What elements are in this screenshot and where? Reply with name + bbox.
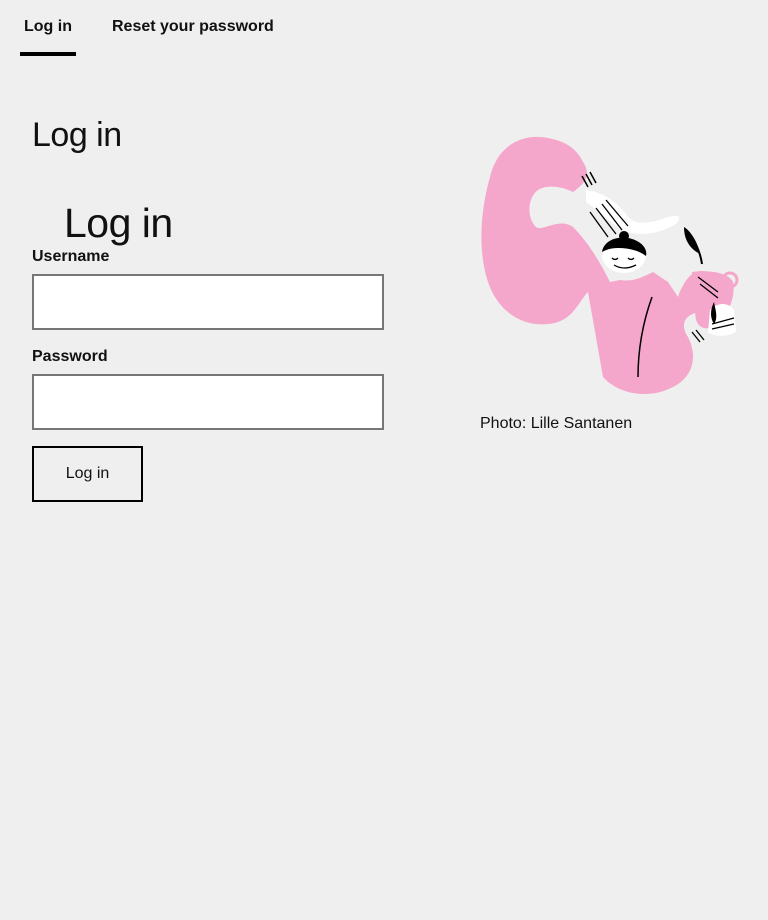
form-title: Log in bbox=[64, 200, 173, 246]
username-input[interactable] bbox=[32, 274, 384, 330]
pink-figure-illustration bbox=[481, 136, 739, 395]
password-input[interactable] bbox=[32, 374, 384, 430]
illustration-caption: Photo: Lille Santanen bbox=[480, 415, 633, 432]
tab-bar: Log in Reset your password bbox=[20, 0, 310, 56]
password-label: Password bbox=[32, 348, 108, 365]
page-title: Log in bbox=[32, 116, 122, 154]
tab-log-in[interactable]: Log in bbox=[20, 0, 76, 56]
login-button[interactable]: Log in bbox=[32, 446, 143, 502]
tab-reset-password[interactable]: Reset your password bbox=[108, 0, 278, 56]
username-label: Username bbox=[32, 248, 110, 265]
